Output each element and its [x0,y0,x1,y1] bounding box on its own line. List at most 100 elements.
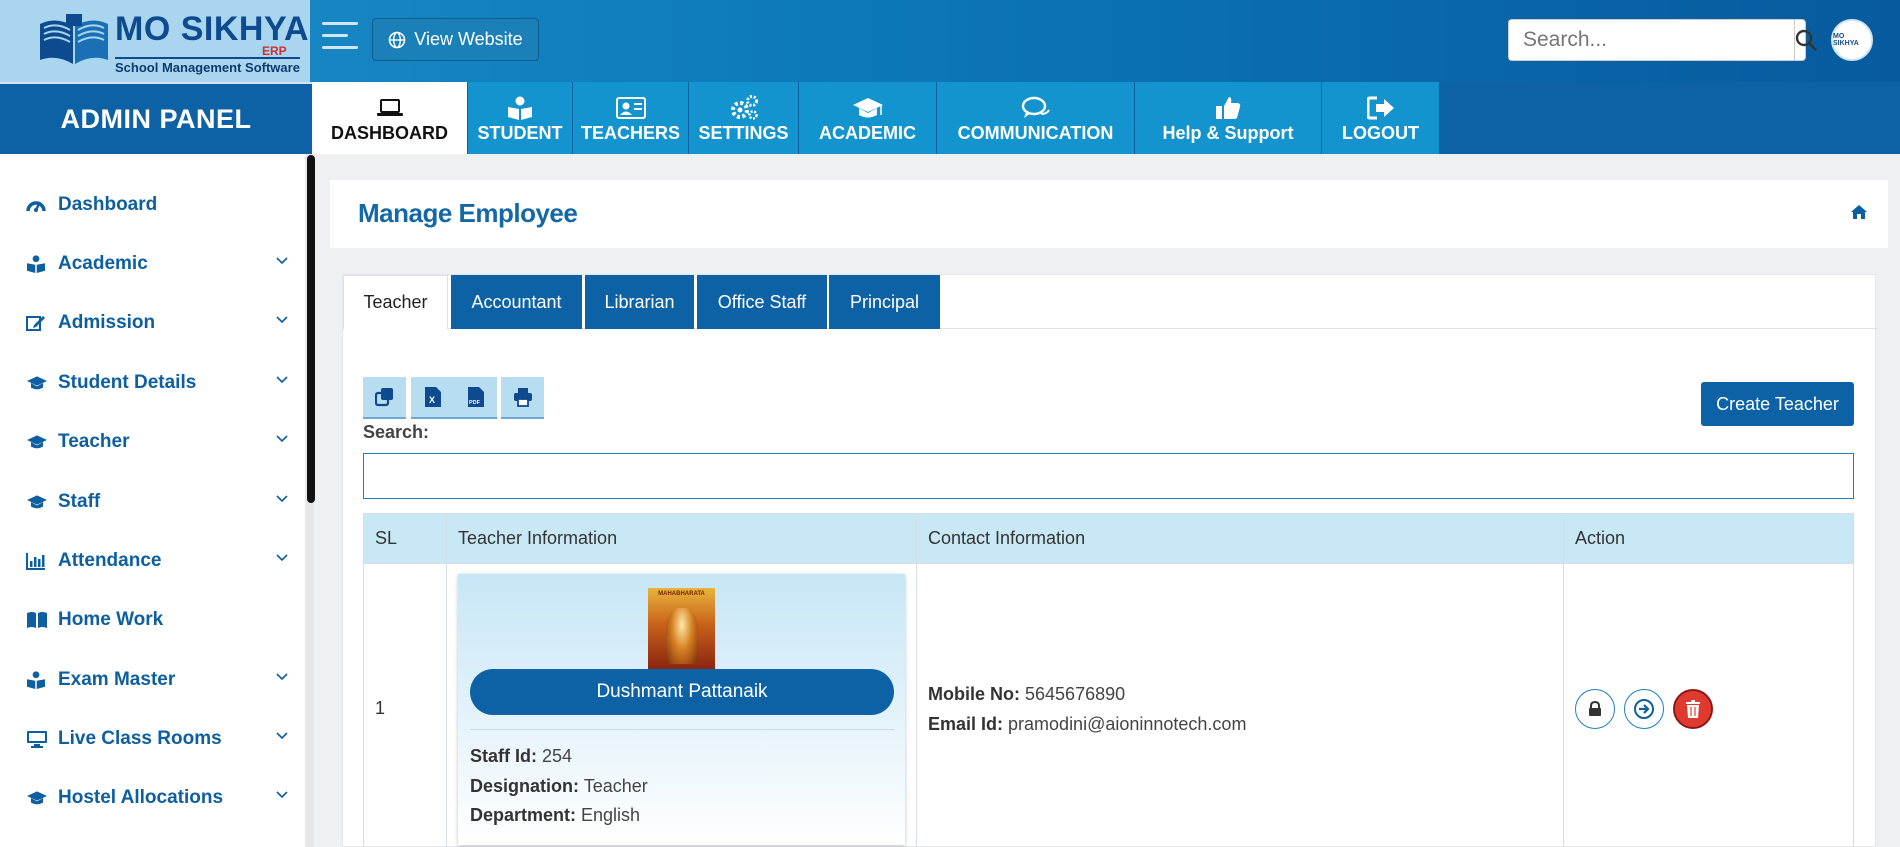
designation-label: Designation: [470,776,580,796]
nav-logout[interactable]: LOGOUT [1322,82,1440,154]
nav-label: ACADEMIC [819,122,916,143]
sign-out-icon [1366,96,1394,119]
reader-icon [27,671,45,689]
tab-teacher[interactable]: Teacher [343,275,448,330]
sidebar-item-label: Dashboard [58,194,158,215]
login-as-button[interactable] [1624,688,1664,729]
nav-label: STUDENT [477,122,563,143]
sidebar-item-label: Attendance [58,550,162,571]
column-header-contact-information[interactable]: Contact Information [916,513,1564,564]
nav-dashboard[interactable]: DASHBOARD [312,82,468,154]
graduation-cap-icon [27,376,47,390]
sidebar-item-label: Student Details [58,372,197,393]
table-header-row: SL Teacher Information Contact Informati… [363,513,1854,564]
monitor-icon [27,731,47,748]
department-value: English [581,805,641,825]
mobile-value: 5645676890 [1025,683,1126,704]
sidebar-item-attendance[interactable]: Attendance [26,541,288,581]
sidebar-item-label: Hostel Allocations [58,787,224,808]
copy-button[interactable] [363,377,406,419]
column-header-teacher-information[interactable]: Teacher Information [446,513,917,564]
view-website-button[interactable]: View Website [372,18,539,61]
bar-chart-icon [26,553,45,570]
sidebar-item-label: Home Work [58,609,164,630]
sidebar-item-student-details[interactable]: Student Details [26,363,288,403]
dashboard-icon [26,201,46,212]
sidebar-item-label: Staff [58,491,101,512]
print-button[interactable] [501,377,544,419]
staff-id-value: 254 [542,746,573,766]
nav-help-support[interactable]: Help & Support [1135,82,1322,154]
global-search-input[interactable] [1509,20,1795,60]
excel-button[interactable]: X [411,377,454,419]
chevron-down-icon [276,495,288,503]
mobile-number: Mobile No: 5645676890 [928,679,1552,709]
nav-label: TEACHERS [580,122,680,143]
sidebar-item-hostel-allocations[interactable]: Hostel Allocations [26,778,288,818]
tab-librarian[interactable]: Librarian [585,275,694,329]
search-button[interactable] [1795,20,1817,60]
chevron-down-icon [276,435,288,443]
divider [470,729,894,730]
sidebar-item-exam-master[interactable]: Exam Master [26,660,288,700]
tab-accountant[interactable]: Accountant [451,275,582,329]
avatar[interactable]: MO SIKHYA [1831,19,1873,61]
home-icon[interactable] [1850,204,1868,220]
nav-student[interactable]: STUDENT [468,82,573,154]
teacher-name-button[interactable]: Dushmant Pattanaik [470,669,894,715]
teacher-info-cell: MAHABHARATA Dushmant Pattanaik Staff Id:… [446,563,917,847]
nav-academic[interactable]: ACADEMIC [799,82,937,154]
nav-label: COMMUNICATION [957,122,1114,143]
nav-teachers[interactable]: TEACHERS [573,82,689,154]
email-label: Email Id: [928,713,1004,734]
sidebar: Dashboard Academic Admission Student Det… [0,154,312,847]
graduation-cap-icon [27,791,47,805]
nav-settings[interactable]: SETTINGS [689,82,799,154]
arrow-circle-right-icon [1634,698,1654,719]
sidebar-item-dashboard[interactable]: Dashboard [26,185,288,225]
graduation-cap-icon [27,495,47,509]
print-icon [513,388,532,407]
nav-label: SETTINGS [698,122,789,143]
sidebar-item-staff[interactable]: Staff [26,482,288,522]
thumbs-up-icon [1216,96,1241,119]
employee-tabs: Teacher Accountant Librarian Office Staf… [343,275,1877,330]
chevron-down-icon [276,316,288,324]
top-bar: MO SIKHYA ERP School Management Software… [0,0,1900,82]
laptop-icon [376,98,403,116]
lock-button[interactable] [1575,688,1615,729]
sidebar-item-academic[interactable]: Academic [26,244,288,284]
nav-communication[interactable]: COMMUNICATION [937,82,1135,154]
sidebar-item-home-work[interactable]: Home Work [26,600,288,640]
excel-icon: X [424,387,441,407]
tab-office-staff[interactable]: Office Staff [697,275,827,329]
pdf-button[interactable]: PDF [454,377,497,419]
chevron-down-icon [276,732,288,740]
admin-panel-title: ADMIN PANEL [0,82,312,154]
trash-icon [1686,699,1700,718]
column-header-sl[interactable]: SL [363,513,447,564]
employee-panel: Teacher Accountant Librarian Office Staf… [342,274,1877,847]
create-teacher-button[interactable]: Create Teacher [1701,382,1854,426]
employee-table: SL Teacher Information Contact Informati… [363,513,1854,847]
brand-name: MO SIKHYA [115,10,310,48]
column-header-action[interactable]: Action [1563,513,1854,564]
teacher-card: MAHABHARATA Dushmant Pattanaik Staff Id:… [458,574,905,845]
sidebar-item-live-class-rooms[interactable]: Live Class Rooms [26,719,288,759]
global-search [1508,19,1817,61]
chevron-down-icon [276,673,288,681]
sidebar-item-teacher[interactable]: Teacher [26,422,288,462]
menu-toggle-icon[interactable] [322,22,360,54]
delete-button[interactable] [1673,688,1713,729]
row-sl: 1 [363,563,447,847]
sidebar-scrollbar-thumb[interactable] [307,155,315,503]
department: Department: English [470,805,640,826]
chevron-down-icon [276,791,288,799]
table-search-input[interactable] [363,453,1854,499]
tab-principal[interactable]: Principal [829,275,940,329]
book-logo-icon [40,14,108,65]
nav-label: Help & Support [1162,122,1294,143]
sidebar-item-admission[interactable]: Admission [26,303,288,343]
search-icon [1795,29,1817,51]
logo[interactable]: MO SIKHYA ERP School Management Software [0,0,310,82]
